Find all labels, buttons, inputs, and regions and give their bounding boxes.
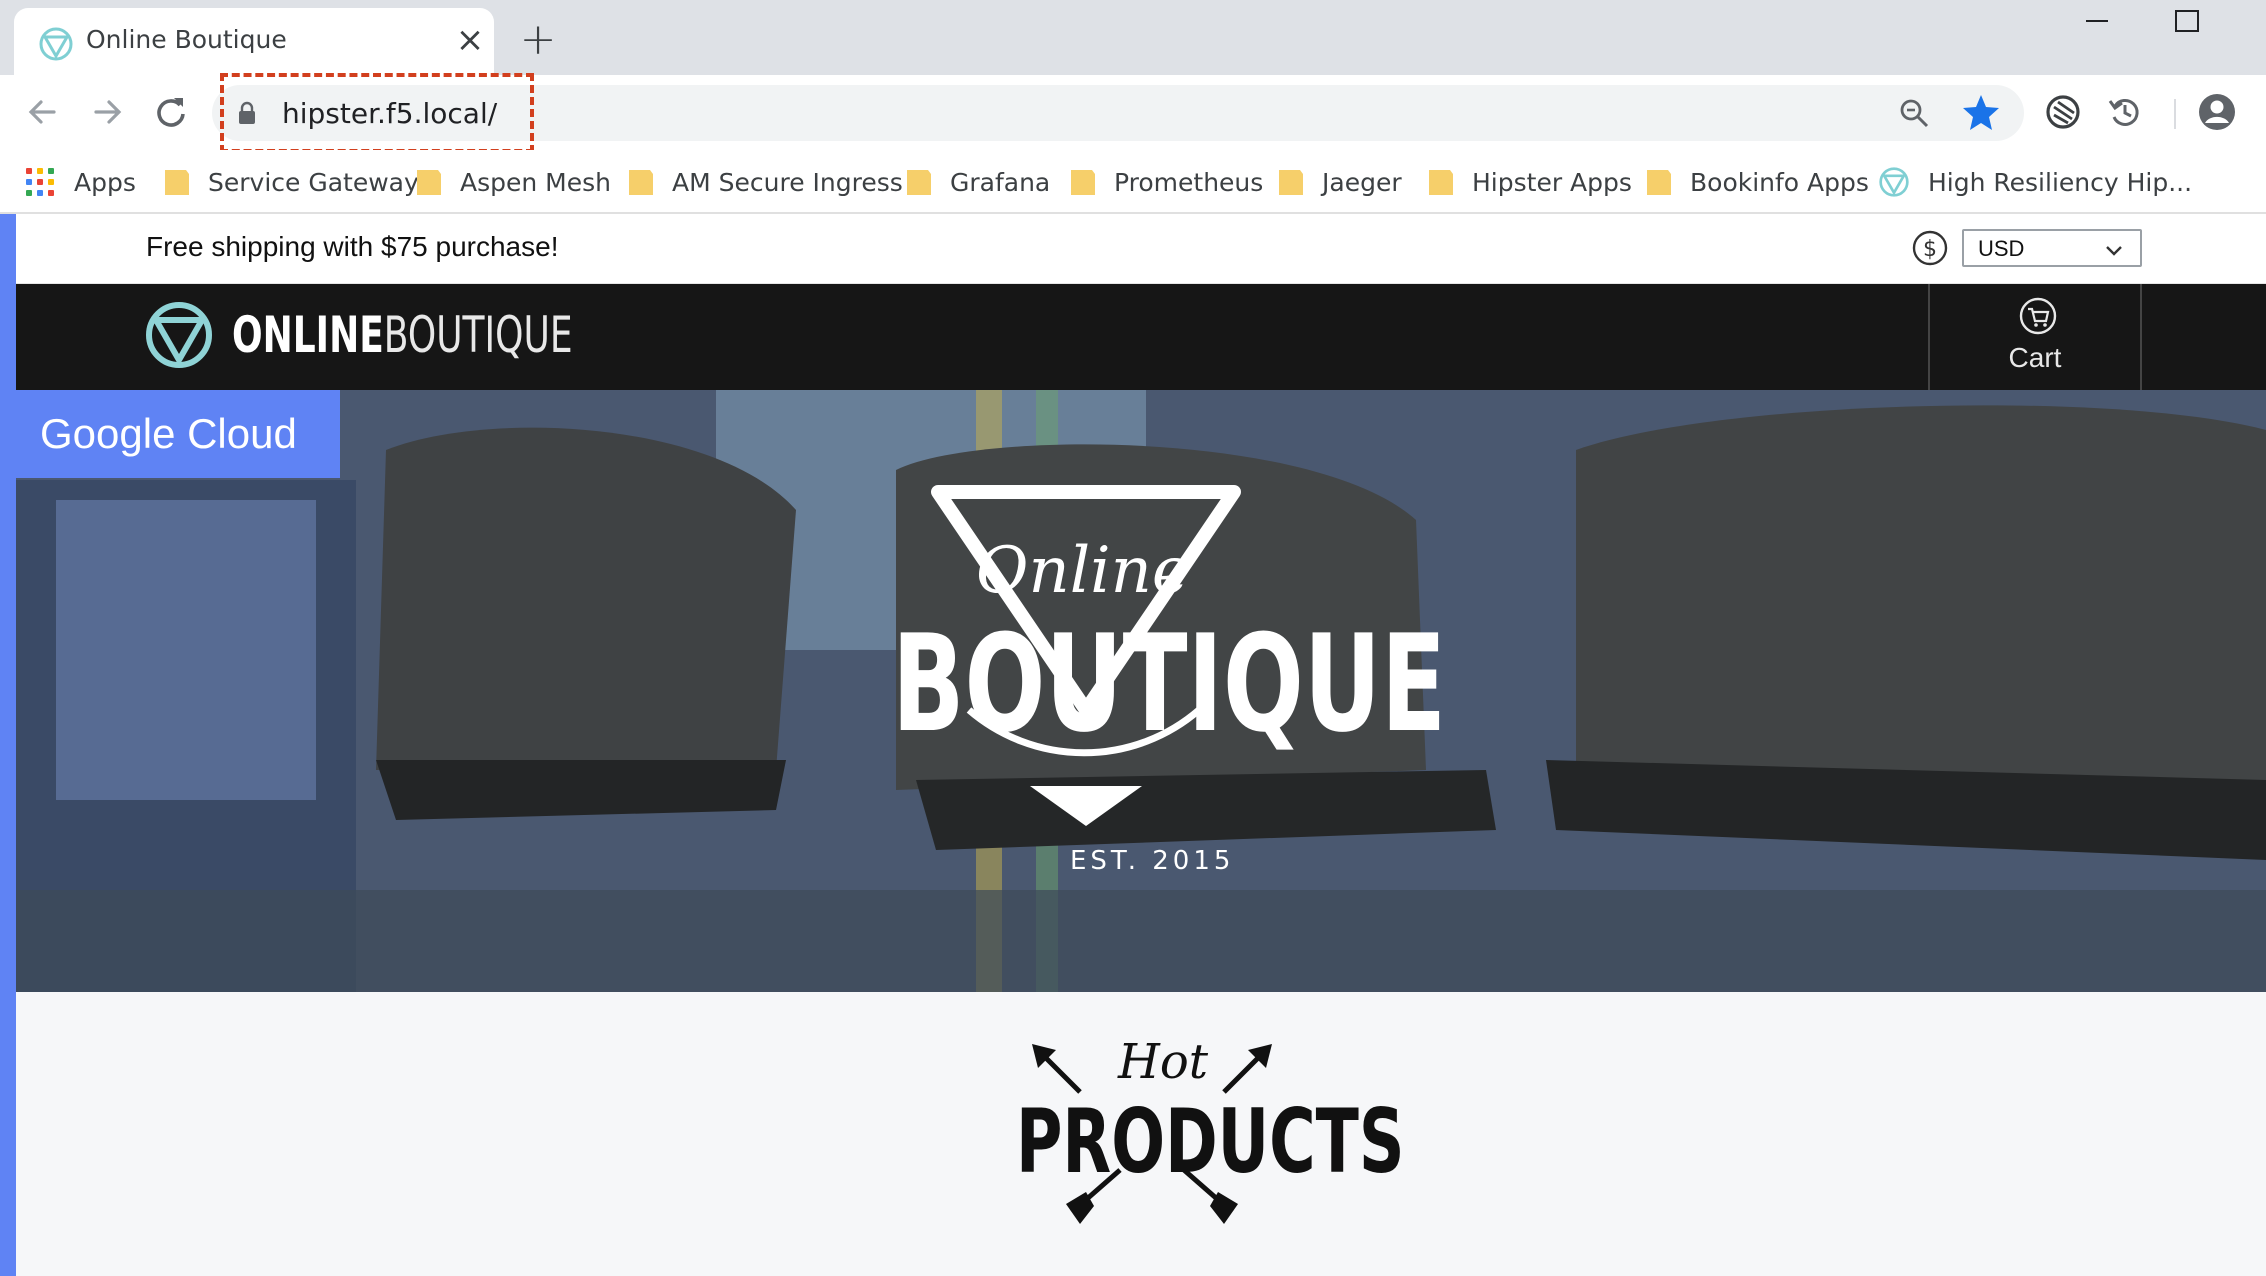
bookmark-hipster-apps[interactable]: Hipster Apps <box>1428 162 1632 202</box>
bookmark-label: Bookinfo Apps <box>1690 167 1869 197</box>
apps-grid-icon <box>26 168 54 196</box>
extension-icon[interactable] <box>2040 89 2086 135</box>
boutique-favicon-icon <box>1879 167 1909 197</box>
minimize-icon[interactable] <box>2080 10 2114 50</box>
bookmark-label: Jaeger <box>1322 167 1402 197</box>
cart-label: Cart <box>2008 342 2062 373</box>
bookmark-label: AM Secure Ingress <box>672 167 903 197</box>
bookmark-label: High Resiliency Hip... <box>1928 167 2193 197</box>
boutique-favicon-icon <box>39 27 73 61</box>
new-tab-button[interactable]: + <box>518 18 558 62</box>
tab-close-button[interactable]: × <box>452 22 488 58</box>
hero-banner: Online BOUTIQUE EST. 2015 Google Cloud <box>16 390 2266 992</box>
shop-navbar: ONLINEBOUTIQUE Cart <box>16 284 2266 390</box>
star-icon[interactable] <box>1960 91 2002 133</box>
bookmark-bookinfo-apps[interactable]: Bookinfo Apps <box>1646 162 1869 202</box>
bookmark-label: Prometheus <box>1114 167 1264 197</box>
url-highlight-annotation <box>220 73 534 153</box>
currency-select[interactable]: USD <box>1962 229 2142 267</box>
shop-topbar: Free shipping with $75 purchase! $ USD <box>16 214 2266 284</box>
bookmark-label: Aspen Mesh <box>460 167 611 197</box>
bookmark-service-gateway[interactable]: Service Gateway <box>164 162 419 202</box>
shipping-banner: Free shipping with $75 purchase! <box>146 231 559 262</box>
bookmark-aspen-mesh[interactable]: Aspen Mesh <box>416 162 611 202</box>
bookmarks-bar: Apps Service Gateway Aspen Mesh AM Secur… <box>0 150 2266 214</box>
hero-logo-main: BOUTIQUE <box>892 606 1447 762</box>
back-icon[interactable] <box>20 89 66 135</box>
bookmark-label: Grafana <box>950 167 1051 197</box>
folder-icon <box>417 170 441 195</box>
folder-icon <box>907 170 931 195</box>
toolbar-divider <box>2174 99 2176 129</box>
folder-icon <box>165 170 189 195</box>
profile-icon[interactable] <box>2194 89 2240 135</box>
reload-icon[interactable] <box>148 89 194 135</box>
hot-products-script: Hot <box>1118 1034 1209 1090</box>
tab-title: Online Boutique <box>86 25 287 54</box>
folder-icon <box>1429 170 1453 195</box>
page-viewport: Free shipping with $75 purchase! $ USD O… <box>0 214 2266 1276</box>
currency-value: USD <box>1978 236 2025 261</box>
dollar-icon: $ <box>1912 230 1948 266</box>
bookmark-label: Service Gateway <box>208 167 419 197</box>
browser-tab[interactable]: Online Boutique × <box>14 8 494 75</box>
folder-icon <box>1647 170 1671 195</box>
folder-icon <box>1071 170 1095 195</box>
bookmark-apps[interactable]: Apps <box>26 162 136 202</box>
tab-strip: Online Boutique × + <box>0 0 2266 75</box>
brand-wordmark[interactable]: ONLINEBOUTIQUE <box>232 306 573 364</box>
bookmark-label: Apps <box>74 167 136 197</box>
bookmark-label: Hipster Apps <box>1472 167 1632 197</box>
hero-logo-est: EST. 2015 <box>1070 846 1235 876</box>
boutique-logo-icon[interactable] <box>144 300 214 370</box>
bookmark-prometheus[interactable]: Prometheus <box>1070 162 1263 202</box>
brand-light-text: BOUTIQUE <box>383 306 573 364</box>
folder-icon <box>629 170 653 195</box>
bookmark-grafana[interactable]: Grafana <box>906 162 1050 202</box>
maximize-icon[interactable] <box>2175 10 2199 32</box>
zoom-icon[interactable] <box>1896 95 1932 131</box>
chevron-down-icon <box>2106 246 2122 256</box>
google-cloud-badge[interactable]: Google Cloud <box>16 390 340 478</box>
left-accent-rail <box>0 214 16 1276</box>
brand-bold-text: ONLINE <box>232 306 384 364</box>
bookmark-high-resiliency[interactable]: High Resiliency Hip... <box>1878 162 2192 202</box>
history-icon[interactable] <box>2102 89 2148 135</box>
folder-icon <box>1279 170 1303 195</box>
hot-products-heading: PRODUCTS <box>1016 1090 1405 1193</box>
forward-icon[interactable] <box>84 89 130 135</box>
hero-logo-script: Online <box>976 534 1190 608</box>
google-cloud-label: Google Cloud <box>40 410 297 457</box>
cart-button[interactable]: Cart <box>1928 284 2142 390</box>
bookmark-am-secure-ingress[interactable]: AM Secure Ingress <box>628 162 903 202</box>
cart-icon <box>2019 297 2057 335</box>
hot-products-section: Hot PRODUCTS <box>16 992 2266 1276</box>
bookmark-jaeger[interactable]: Jaeger <box>1278 162 1402 202</box>
svg-text:$: $ <box>1923 237 1937 262</box>
